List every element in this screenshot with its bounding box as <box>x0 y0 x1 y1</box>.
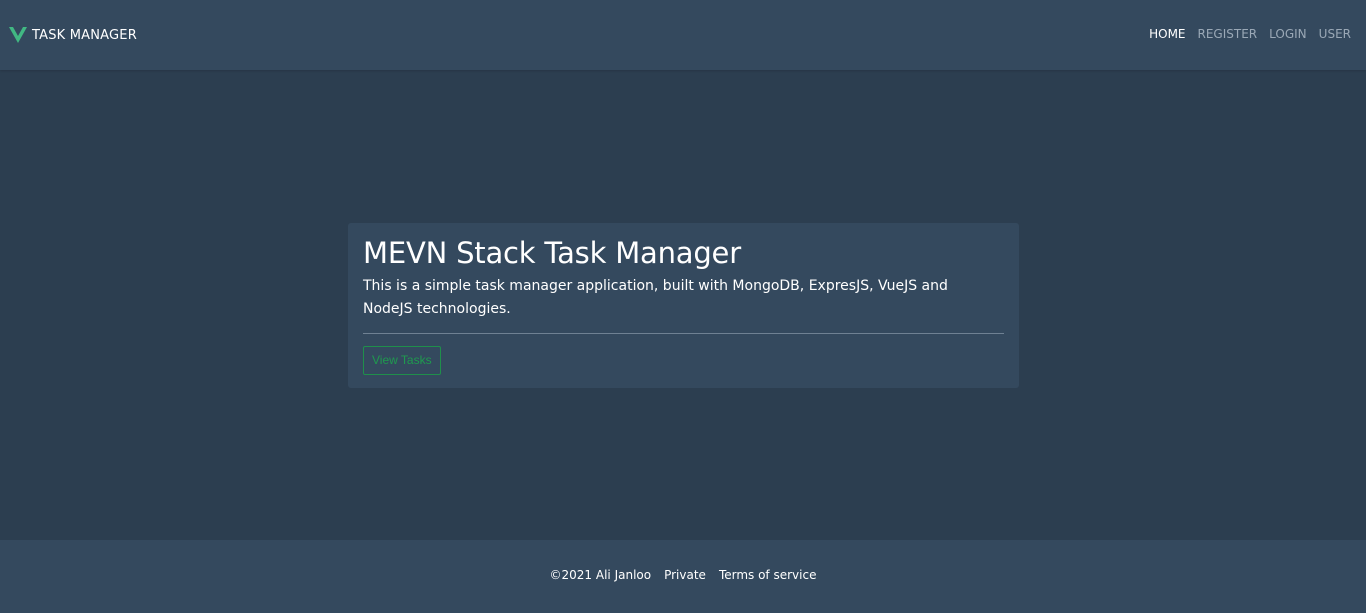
brand[interactable]: TASK MANAGER <box>9 26 137 44</box>
footer: ©2021 Ali Janloo Private Terms of servic… <box>0 540 1366 613</box>
vue-v-logo-icon <box>9 27 27 43</box>
brand-title: TASK MANAGER <box>32 27 137 43</box>
hero-card: MEVN Stack Task Manager This is a simple… <box>348 223 1019 388</box>
hero-divider <box>363 333 1004 334</box>
hero-title: MEVN Stack Task Manager <box>363 236 741 270</box>
nav-link-home[interactable]: HOME <box>1149 27 1185 41</box>
nav-link-login[interactable]: LOGIN <box>1269 27 1307 41</box>
nav-link-register[interactable]: REGISTER <box>1198 27 1258 41</box>
nav-links: HOME REGISTER LOGIN USER <box>1149 27 1351 41</box>
footer-link-private[interactable]: Private <box>664 568 706 582</box>
nav-link-user[interactable]: USER <box>1319 27 1351 41</box>
top-navbar: TASK MANAGER HOME REGISTER LOGIN USER <box>0 0 1366 70</box>
footer-copyright: ©2021 Ali Janloo <box>549 568 652 582</box>
view-tasks-button[interactable]: View Tasks <box>363 346 441 375</box>
footer-link-terms[interactable]: Terms of service <box>719 568 817 582</box>
hero-description: This is a simple task manager applicatio… <box>363 278 948 317</box>
footer-links: ©2021 Ali Janloo Private Terms of servic… <box>0 568 1366 582</box>
